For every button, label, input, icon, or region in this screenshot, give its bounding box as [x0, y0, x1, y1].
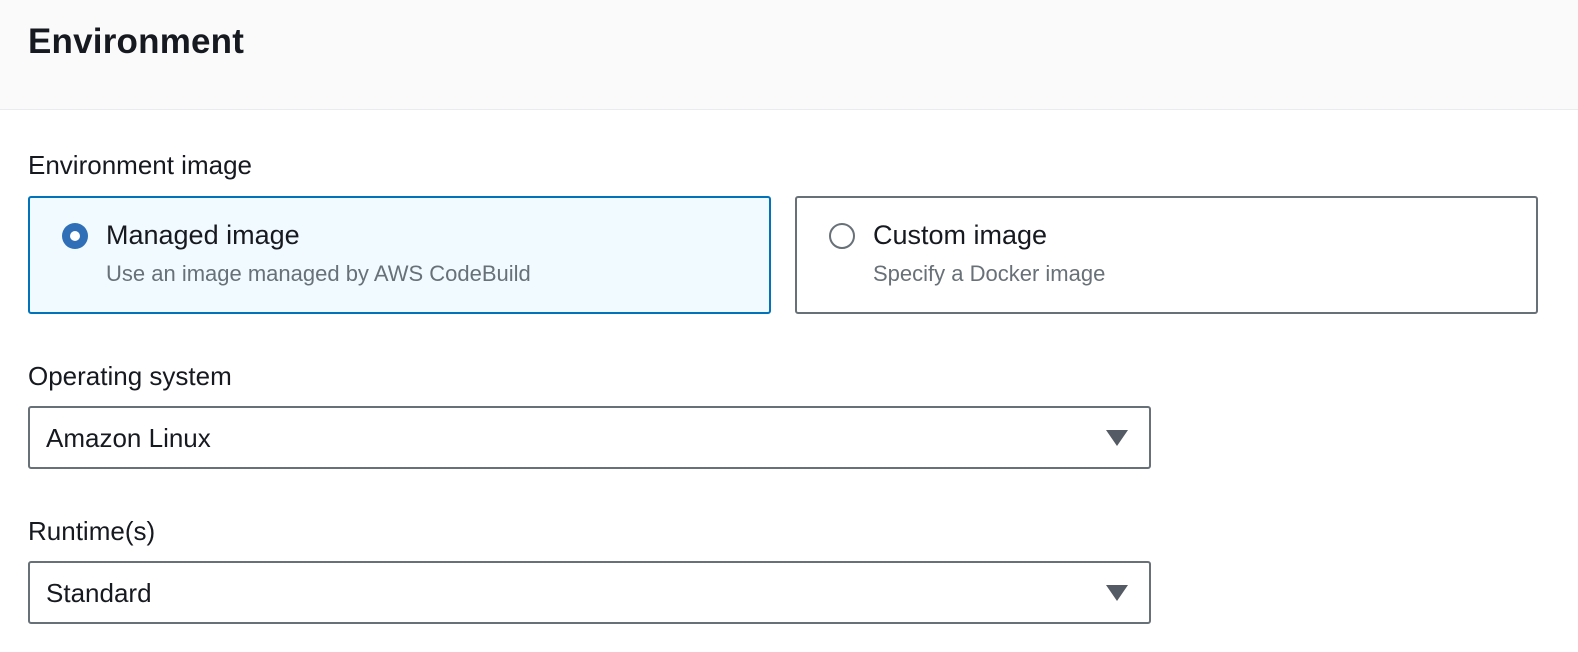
runtimes-value: Standard — [46, 578, 152, 608]
panel-header: Environment — [0, 0, 1578, 110]
radio-unchecked-icon[interactable] — [829, 223, 855, 249]
operating-system-value: Amazon Linux — [46, 423, 211, 453]
managed-image-tile[interactable]: Managed image Use an image managed by AW… — [28, 196, 771, 314]
radio-checked-icon[interactable] — [62, 223, 88, 249]
runtimes-select[interactable]: Standard — [28, 561, 1151, 624]
caret-down-icon — [1106, 430, 1128, 446]
environment-image-label: Environment image — [28, 150, 252, 180]
operating-system-label: Operating system — [28, 361, 232, 391]
operating-system-select[interactable]: Amazon Linux — [28, 406, 1151, 469]
custom-image-title: Custom image — [873, 220, 1048, 250]
managed-image-description: Use an image managed by AWS CodeBuild — [106, 261, 531, 286]
caret-down-icon — [1106, 585, 1128, 601]
panel-title: Environment — [28, 22, 245, 61]
managed-image-title: Managed image — [106, 220, 300, 250]
custom-image-tile[interactable]: Custom image Specify a Docker image — [795, 196, 1538, 314]
runtimes-label: Runtime(s) — [28, 516, 156, 546]
custom-image-description: Specify a Docker image — [873, 261, 1106, 286]
